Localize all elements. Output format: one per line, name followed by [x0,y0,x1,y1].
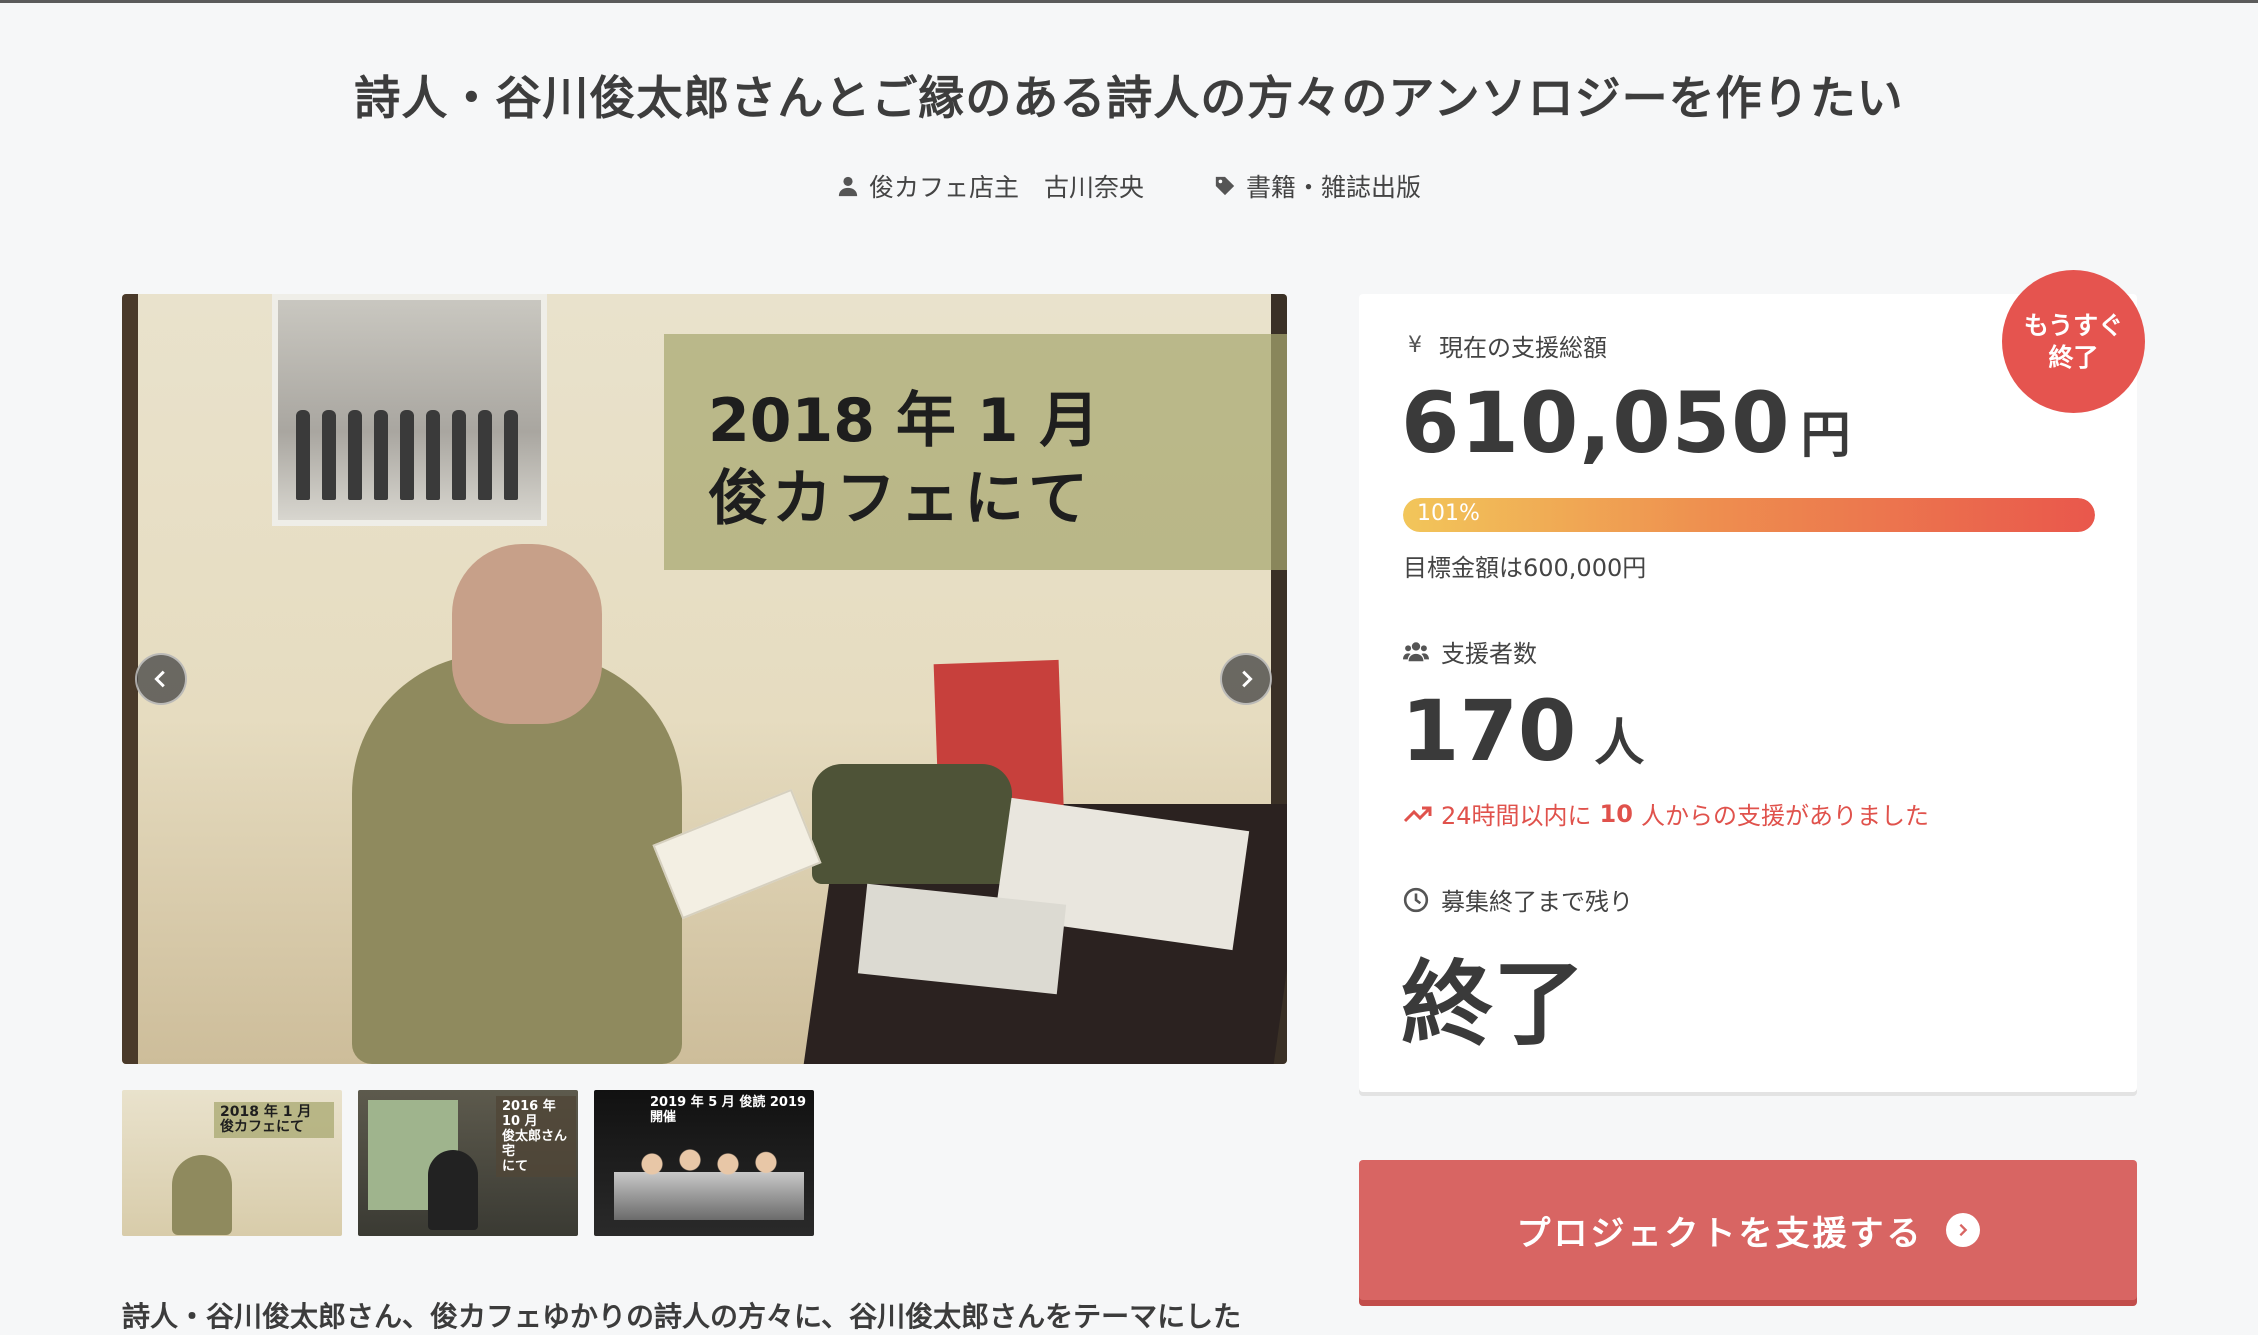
main-image: 2018 年 1 月 俊カフェにて [122,294,1287,1064]
caption-line2: 俊カフェにて [708,464,1092,534]
ending-soon-badge: もうすぐ 終了 [2002,270,2145,413]
users-icon [1403,641,1429,661]
chevron-right-icon [1242,670,1253,688]
gallery-next-button[interactable] [1220,653,1272,705]
project-description: 詩人・谷川俊太郎さん、俊カフェゆかりの詩人の方々に、谷川俊太郎さんをテーマにした [122,1300,1242,1333]
recent-support-notice: 24時間以内に 10 人からの支援がありました [1403,796,1929,831]
thumbnail-2[interactable]: 2016 年 10 月 俊太郎さん宅 にて [358,1090,578,1236]
arrow-right-icon [1945,1213,1980,1247]
category-name: 書籍・雑誌出版 [1246,173,1422,202]
support-button-label: プロジェクトを支援する [1516,1213,1924,1254]
remaining-label: 募集終了まで残り [1403,882,1633,917]
thumbnail-caption: 2018 年 1 月 俊カフェにて [214,1102,334,1138]
category[interactable]: 書籍・雑誌出版 [1214,168,1421,204]
thumbnail-strip: 2018 年 1 月 俊カフェにて 2016 年 10 月 俊太郎さん宅 にて … [122,1090,814,1236]
trending-up-icon [1403,806,1432,822]
gallery-prev-button[interactable] [135,653,187,705]
thumbnail-3[interactable]: 2019 年 5 月 俊読 2019 開催 [594,1090,814,1236]
amount-raised: 610,050 円 [1401,374,1851,472]
owner[interactable]: 俊カフェ店主 古川奈央 [837,168,1144,204]
project-meta: 俊カフェ店主 古川奈央 書籍・雑誌出版 [0,168,2258,204]
yen-icon: ¥ [1408,333,1422,358]
clock-icon [1403,887,1429,912]
backer-count: 170 人 [1401,682,1645,780]
support-project-button[interactable]: プロジェクトを支援する [1359,1160,2137,1300]
image-caption: 2018 年 1 月 俊カフェにて [664,334,1287,570]
caption-line1: 2018 年 1 月 [708,386,1100,456]
thumbnail-1[interactable]: 2018 年 1 月 俊カフェにて [122,1090,342,1236]
goal-amount: 目標金額は600,000円 [1403,554,1647,582]
thumbnail-caption: 2019 年 5 月 俊読 2019 開催 [650,1095,807,1125]
wall-photo [272,294,547,526]
backers-label: 支援者数 [1403,634,1537,669]
owner-name: 俊カフェ店主 古川奈央 [868,173,1144,202]
status-panel: ¥ 現在の支援総額 610,050 円 101% 目標金額は600,000円 支… [1359,294,2137,1092]
amount-label: ¥ 現在の支援総額 [1403,328,1607,363]
funding-progress-bar: 101% [1403,498,2095,532]
page-title: 詩人・谷川俊太郎さんとご縁のある詩人の方々のアンソロジーを作りたい [354,71,1904,125]
progress-percent: 101% [1417,501,1480,526]
chevron-left-icon [154,670,165,688]
progress-fill [1403,498,2095,532]
thumbnail-caption: 2016 年 10 月 俊太郎さん宅 にて [496,1096,576,1177]
user-icon [838,176,858,197]
remaining-time: 終了 [1401,951,1586,1058]
top-border [0,0,2258,3]
tag-icon [1215,176,1235,196]
